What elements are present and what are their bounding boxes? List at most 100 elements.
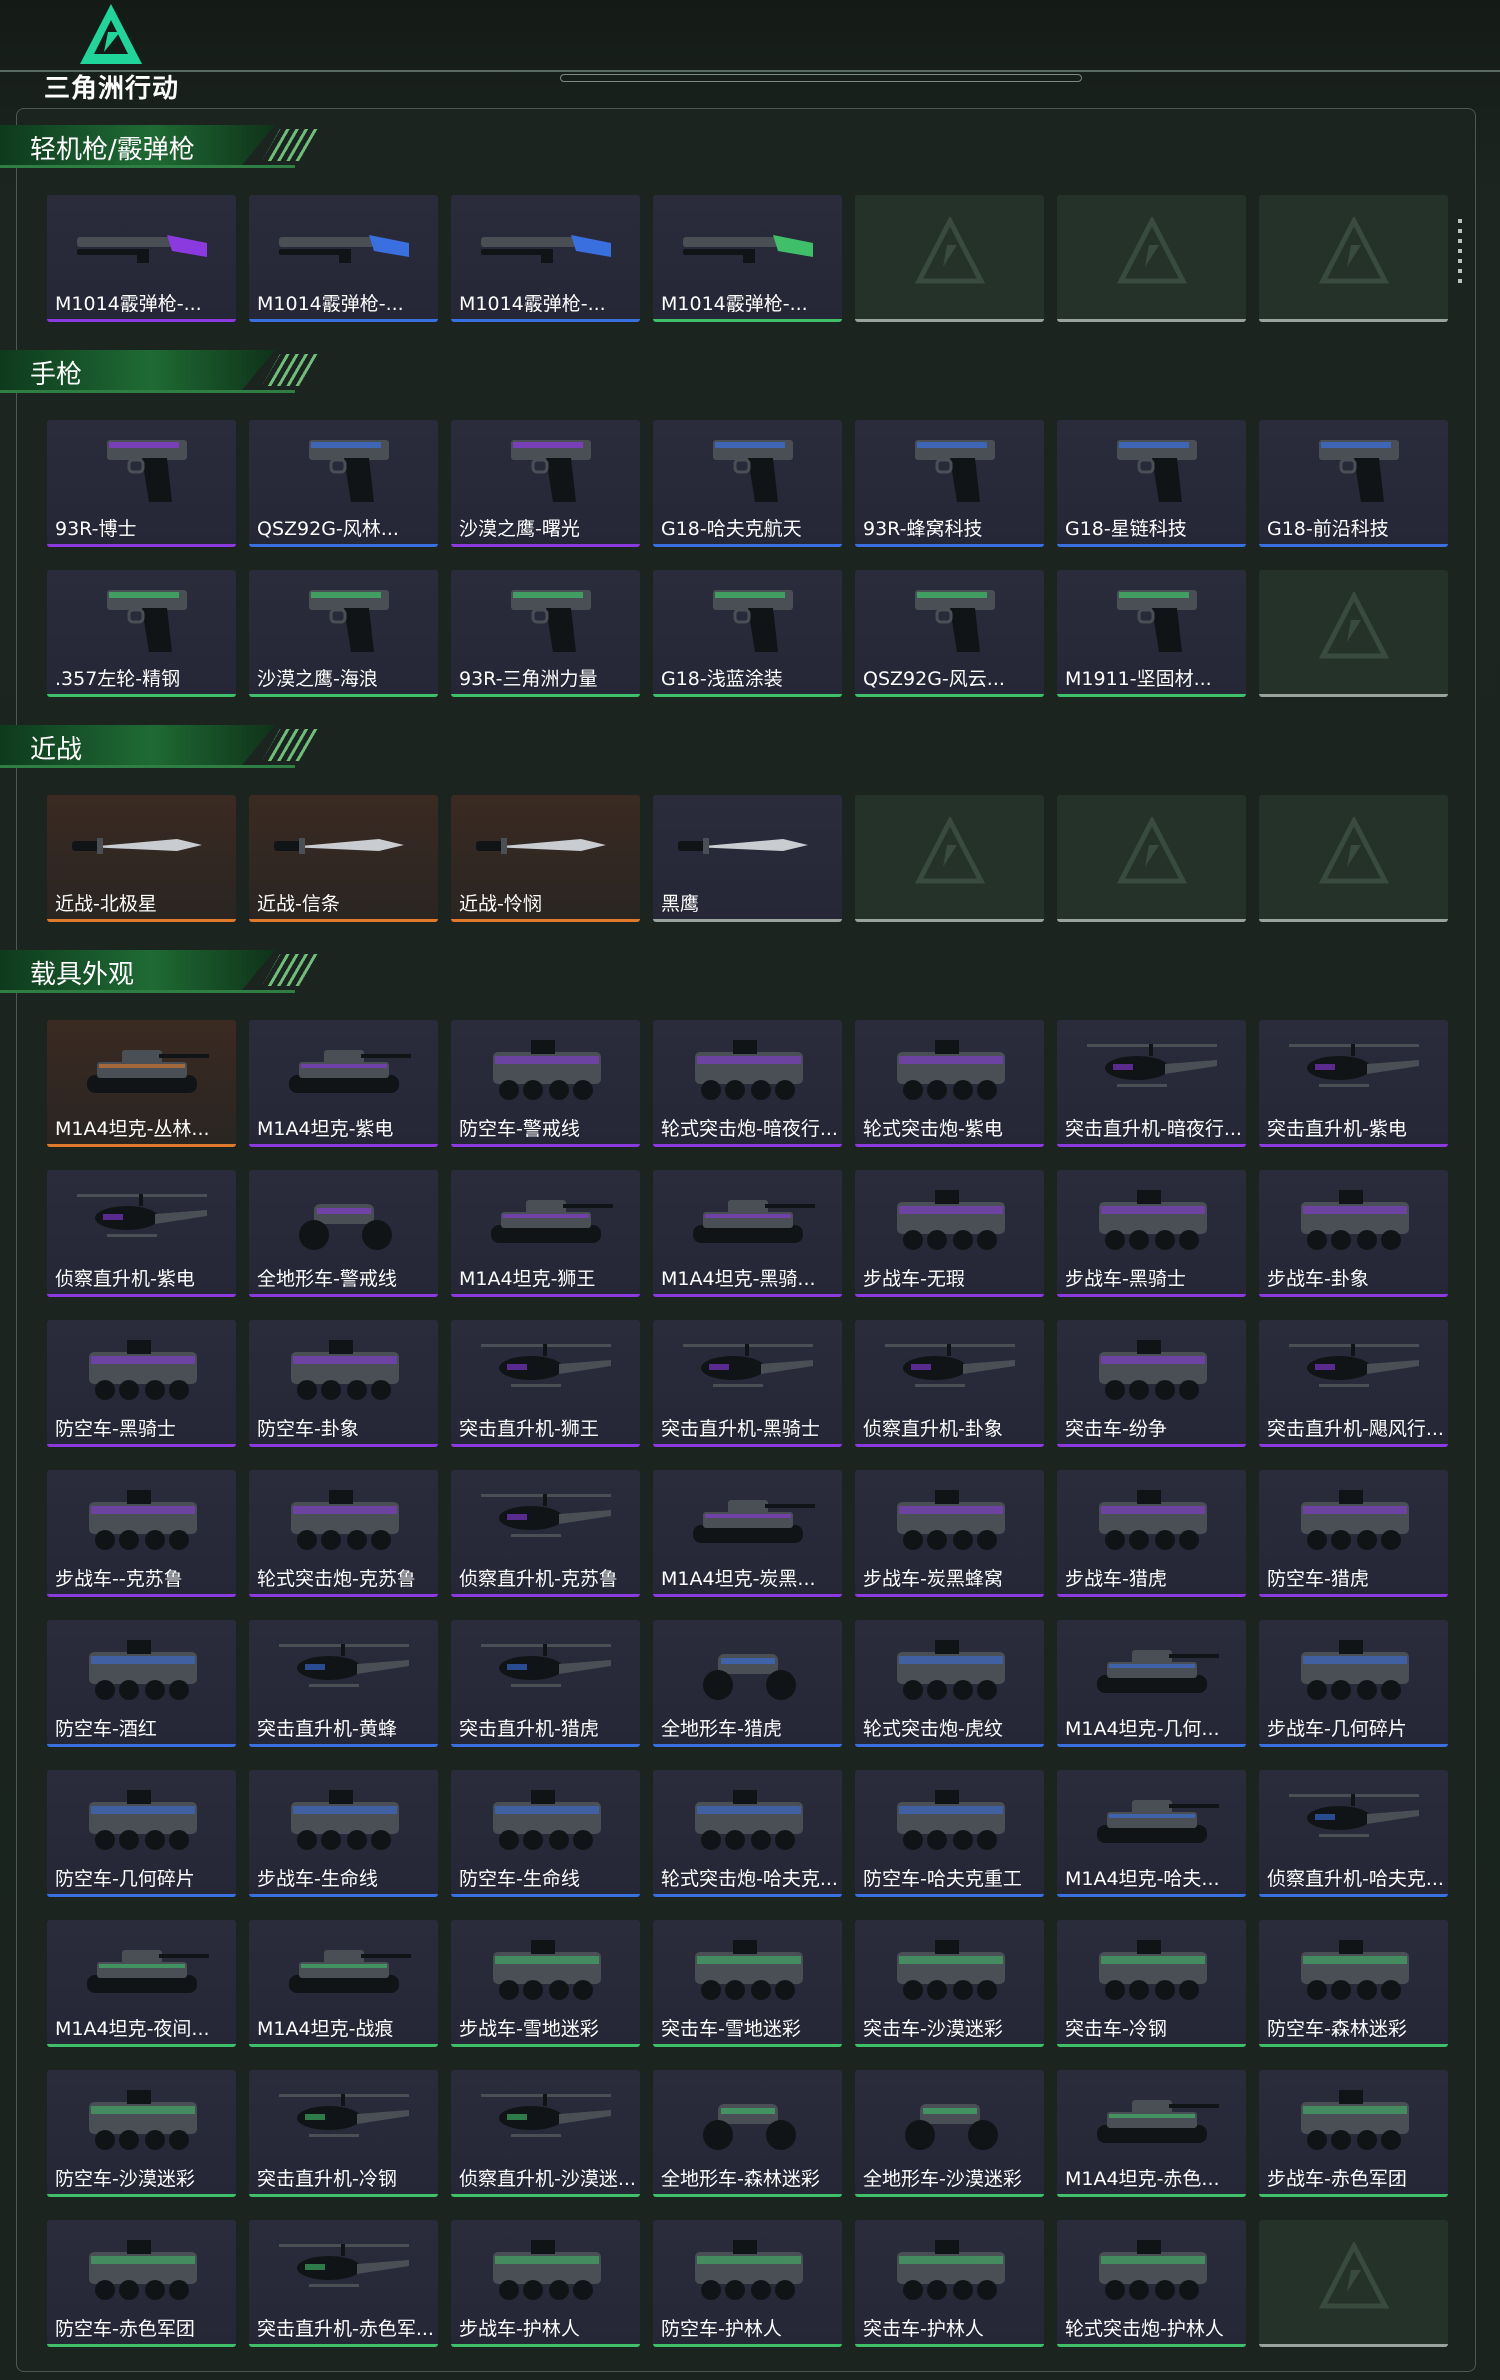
item-tile[interactable]: 突击直升机-黑骑士 [653,1320,842,1447]
apc-icon [1099,1490,1207,1550]
item-tile[interactable]: 步战车-几何碎片 [1259,1620,1448,1747]
scroll-indicator[interactable] [1457,219,1463,289]
item-tile[interactable]: 防空车-哈夫克重工 [855,1770,1044,1897]
item-tile[interactable]: 防空车-森林迷彩 [1259,1920,1448,2047]
item-tile[interactable]: 93R-博士 [47,420,236,547]
item-tile[interactable]: 防空车-黑骑士 [47,1320,236,1447]
atv-icon [703,2104,796,2150]
item-tile[interactable]: .357左轮-精钢 [47,570,236,697]
item-tile[interactable]: 突击车-冷钢 [1057,1920,1246,2047]
item-tile[interactable]: 轮式突击炮-虎纹 [855,1620,1044,1747]
item-tile[interactable]: 防空车-几何碎片 [47,1770,236,1897]
item-tile[interactable]: 突击直升机-黄蜂 [249,1620,438,1747]
item-tile[interactable]: QSZ92G-风云... [855,570,1044,697]
item-tile[interactable]: 轮式突击炮-哈夫克... [653,1770,842,1897]
item-tile[interactable]: 沙漠之鹰-曙光 [451,420,640,547]
item-tile[interactable]: 93R-蜂窝科技 [855,420,1044,547]
item-tile[interactable]: M1014霰弹枪-... [249,195,438,322]
item-tile[interactable]: M1A4坦克-紫电 [249,1020,438,1147]
item-tile[interactable]: 近战-北极星 [47,795,236,922]
item-tile[interactable]: 轮式突击炮-护林人 [1057,2220,1246,2347]
item-tile[interactable]: 步战车-护林人 [451,2220,640,2347]
item-tile[interactable]: 防空车-警戒线 [451,1020,640,1147]
item-tile[interactable]: M1A4坦克-夜间... [47,1920,236,2047]
item-tile[interactable]: 防空车-卦象 [249,1320,438,1447]
item-tile[interactable]: M1014霰弹枪-... [47,195,236,322]
item-tile[interactable]: M1014霰弹枪-... [451,195,640,322]
item-tile[interactable]: 93R-三角洲力量 [451,570,640,697]
item-tile[interactable]: 步战车-炭黑蜂窝 [855,1470,1044,1597]
rarity-bar [1259,919,1448,922]
item-tile[interactable]: 突击车-纷争 [1057,1320,1246,1447]
item-tile[interactable]: 近战-怜悯 [451,795,640,922]
item-tile[interactable]: 防空车-沙漠迷彩 [47,2070,236,2197]
item-label: 轮式突击炮-护林人 [1065,2318,1224,2340]
item-tile[interactable]: 黑鹰 [653,795,842,922]
item-tile[interactable]: 侦察直升机-克苏鲁 [451,1470,640,1597]
item-tile[interactable]: 突击车-雪地迷彩 [653,1920,842,2047]
item-tile[interactable]: G18-前沿科技 [1259,420,1448,547]
tank-icon [87,1050,209,1093]
item-tile[interactable]: 全地形车-猎虎 [653,1620,842,1747]
item-tile[interactable]: 全地形车-沙漠迷彩 [855,2070,1044,2197]
item-label: 步战车--克苏鲁 [55,1568,183,1590]
item-tile[interactable]: 侦察直升机-沙漠迷... [451,2070,640,2197]
item-tile[interactable]: M1911-坚固材... [1057,570,1246,697]
item-tile[interactable]: G18-星链科技 [1057,420,1246,547]
rarity-bar [653,2044,842,2047]
item-tile[interactable]: 步战车-无瑕 [855,1170,1044,1297]
item-tile[interactable]: M1A4坦克-赤色... [1057,2070,1246,2197]
item-tile[interactable]: 突击直升机-暗夜行... [1057,1020,1246,1147]
item-label: 突击车-护林人 [863,2318,984,2340]
item-label: 轮式突击炮-哈夫克... [661,1868,838,1890]
item-grid: M1A4坦克-丛林... M1A4坦克-紫电 防空车-警戒线 轮式突击炮-暗夜行… [47,1020,1448,2347]
helicopter-icon [481,1494,611,1537]
item-tile[interactable]: 防空车-酒红 [47,1620,236,1747]
item-tile[interactable]: 侦察直升机-哈夫克... [1259,1770,1448,1897]
item-tile[interactable]: 防空车-猎虎 [1259,1470,1448,1597]
item-tile[interactable]: 侦察直升机-卦象 [855,1320,1044,1447]
item-tile[interactable]: 步战车-黑骑士 [1057,1170,1246,1297]
item-tile[interactable]: 突击车-护林人 [855,2220,1044,2347]
item-tile[interactable]: 突击车-沙漠迷彩 [855,1920,1044,2047]
item-tile[interactable]: 步战车-卦象 [1259,1170,1448,1297]
item-tile[interactable]: 全地形车-森林迷彩 [653,2070,842,2197]
item-tile[interactable]: M1A4坦克-哈夫... [1057,1770,1246,1897]
item-tile[interactable]: 突击直升机-赤色军... [249,2220,438,2347]
item-label: 突击直升机-紫电 [1267,1118,1407,1140]
item-tile[interactable]: 轮式突击炮-暗夜行... [653,1020,842,1147]
item-tile[interactable]: 步战车-猎虎 [1057,1470,1246,1597]
item-tile[interactable]: 突击直升机-紫电 [1259,1020,1448,1147]
item-tile[interactable]: M1A4坦克-黑骑... [653,1170,842,1297]
item-tile[interactable]: 防空车-生命线 [451,1770,640,1897]
item-tile[interactable]: 防空车-赤色军团 [47,2220,236,2347]
item-tile[interactable]: 步战车-生命线 [249,1770,438,1897]
item-tile[interactable]: 防空车-护林人 [653,2220,842,2347]
item-tile[interactable]: 突击直升机-飓风行... [1259,1320,1448,1447]
item-tile[interactable]: 轮式突击炮-紫电 [855,1020,1044,1147]
item-tile[interactable]: 步战车-雪地迷彩 [451,1920,640,2047]
item-tile[interactable]: M1A4坦克-几何... [1057,1620,1246,1747]
item-tile[interactable]: G18-浅蓝涂装 [653,570,842,697]
item-tile[interactable]: 突击直升机-猎虎 [451,1620,640,1747]
item-tile[interactable]: M1A4坦克-狮王 [451,1170,640,1297]
item-tile[interactable]: 沙漠之鹰-海浪 [249,570,438,697]
item-tile[interactable]: 步战车--克苏鲁 [47,1470,236,1597]
item-tile[interactable]: M1A4坦克-丛林... [47,1020,236,1147]
item-tile[interactable]: M1A4坦克-战痕 [249,1920,438,2047]
item-tile[interactable]: 轮式突击炮-克苏鲁 [249,1470,438,1597]
item-tile[interactable]: M1A4坦克-炭黑... [653,1470,842,1597]
item-tile[interactable]: 步战车-赤色军团 [1259,2070,1448,2197]
item-tile[interactable]: G18-哈夫克航天 [653,420,842,547]
item-label: M1A4坦克-战痕 [257,2018,394,2040]
rarity-bar [855,544,1044,547]
item-tile[interactable]: 侦察直升机-紫电 [47,1170,236,1297]
item-tile[interactable]: 突击直升机-狮王 [451,1320,640,1447]
item-tile[interactable]: 突击直升机-冷钢 [249,2070,438,2197]
item-label: 防空车-卦象 [257,1418,359,1440]
item-tile[interactable]: 全地形车-警戒线 [249,1170,438,1297]
item-tile[interactable]: QSZ92G-风林... [249,420,438,547]
item-tile[interactable]: 近战-信条 [249,795,438,922]
apc-icon [695,1040,803,1100]
item-tile[interactable]: M1014霰弹枪-... [653,195,842,322]
